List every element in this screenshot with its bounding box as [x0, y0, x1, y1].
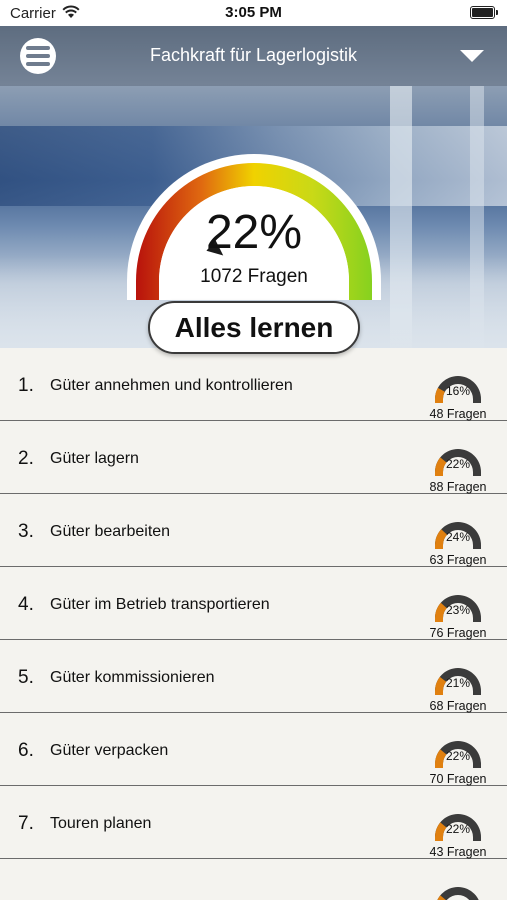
topic-percent: 21%	[445, 676, 471, 690]
topic-row[interactable]	[0, 859, 507, 900]
topic-percent: 24%	[445, 530, 471, 544]
topic-number: 1.	[18, 375, 34, 396]
topic-question-count: 88 Fragen	[429, 480, 487, 494]
topic-percent: 22%	[445, 822, 471, 836]
topic-number: 6.	[18, 740, 34, 761]
overall-question-count: 1072 Fragen	[200, 266, 308, 287]
topic-percent: 16%	[445, 384, 471, 398]
learn-all-button[interactable]: Alles lernen	[148, 301, 360, 354]
topic-label: Güter im Betrieb transportieren	[50, 596, 270, 613]
topic-question-count: 43 Fragen	[429, 845, 487, 859]
topic-row[interactable]: 1. Güter annehmen und kontrollieren 16% 48 …	[0, 348, 507, 421]
topic-percent: 22%	[445, 749, 471, 763]
topic-label: Güter verpacken	[50, 742, 169, 759]
topic-row[interactable]: 6. Güter verpacken 22% 70 Fragen	[0, 713, 507, 786]
topic-row[interactable]: 7. Touren planen 22% 43 Fragen	[0, 786, 507, 859]
topic-question-count: 48 Fragen	[429, 407, 487, 421]
topic-question-count: 70 Fragen	[429, 772, 487, 786]
hamburger-icon	[26, 46, 50, 50]
overall-percent: 22%	[205, 206, 303, 259]
topic-number: 3.	[18, 521, 34, 542]
nav-bar: Fachkraft für Lagerlogistik	[0, 26, 507, 86]
topic-question-count: 76 Fragen	[429, 626, 487, 640]
topic-percent: 23%	[445, 603, 471, 617]
page-title: Fachkraft für Lagerlogistik	[149, 45, 358, 65]
topic-number: 7.	[18, 813, 34, 834]
topic-label: Touren planen	[50, 815, 152, 832]
battery-icon	[470, 6, 498, 19]
topic-question-count: 63 Fragen	[429, 553, 487, 567]
topic-row[interactable]: 4. Güter im Betrieb transportieren 23% 76 F…	[0, 567, 507, 640]
clock: 3:05 PM	[225, 4, 282, 21]
topic-label: Güter bearbeiten	[50, 523, 171, 540]
topic-row[interactable]: 3. Güter bearbeiten 24% 63 Fragen	[0, 494, 507, 567]
topic-row[interactable]: 5. Güter kommissionieren 21% 68 Fragen	[0, 640, 507, 713]
topic-question-count: 68 Fragen	[429, 699, 487, 713]
topic-number: 4.	[18, 594, 34, 615]
topic-label: Güter annehmen und kontrollieren	[50, 377, 293, 394]
topic-progress-gauge	[437, 887, 479, 900]
topic-row[interactable]: 2. Güter lagern 22% 88 Fragen	[0, 421, 507, 494]
topic-label: Güter kommissionieren	[50, 669, 215, 686]
topic-label: Güter lagern	[50, 450, 139, 467]
topic-number: 2.	[18, 448, 34, 469]
topic-list: 1. Güter annehmen und kontrollieren 16% 48 …	[0, 348, 507, 900]
chevron-down-icon[interactable]	[459, 48, 485, 64]
topic-number: 5.	[18, 667, 34, 688]
menu-button[interactable]	[20, 38, 56, 74]
topic-percent: 22%	[445, 457, 471, 471]
status-bar: Carrier 3:05 PM	[0, 0, 507, 26]
